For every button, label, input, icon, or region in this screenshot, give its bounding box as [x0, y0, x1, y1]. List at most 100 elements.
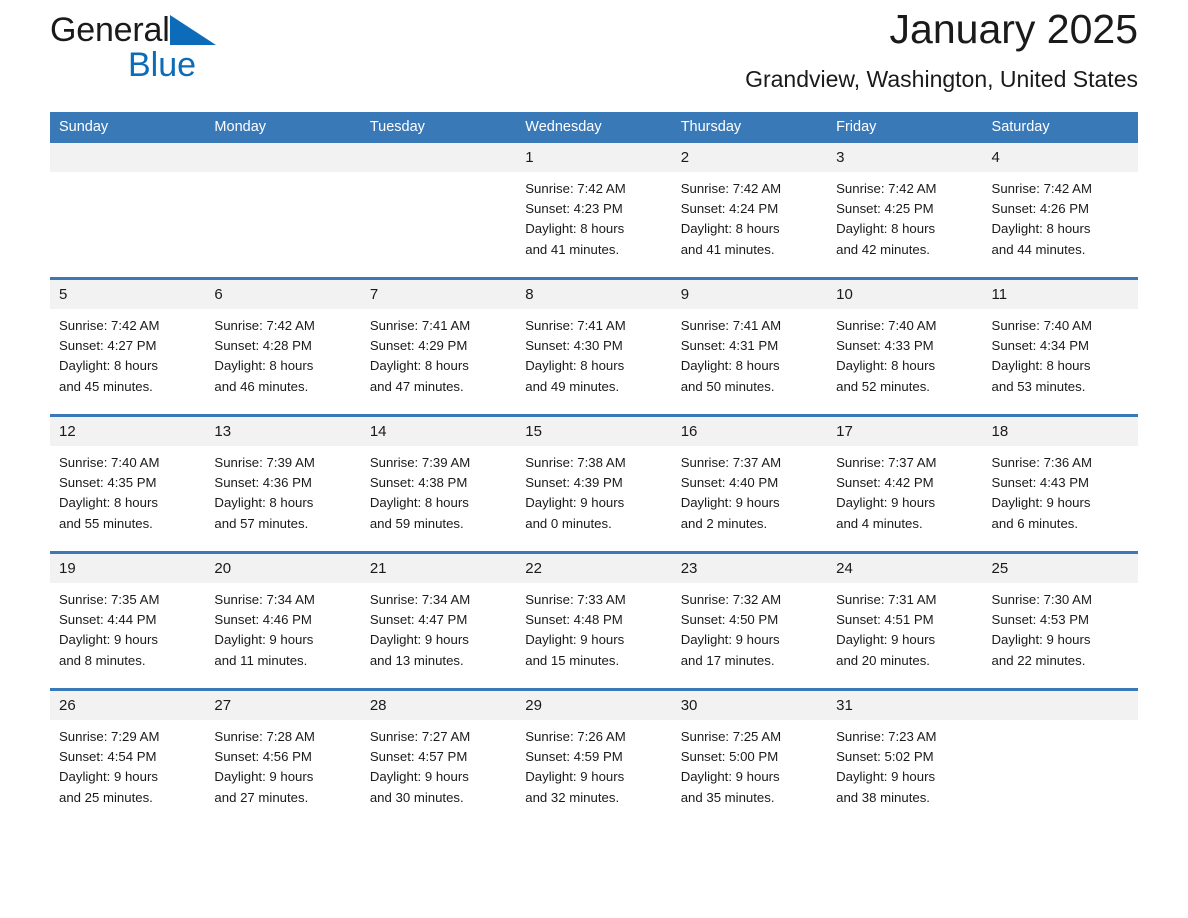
- daylight-text-line1: Daylight: 8 hours: [369, 358, 469, 374]
- sunset-text: Sunset: 4:33 PM: [836, 338, 934, 354]
- day-details: Sunrise: 7:34 AM Sunset: 4:46 PM Daylight:…: [205, 583, 360, 688]
- day-details: Sunrise: 7:42 AM Sunset: 4:23 PM Daylight:…: [516, 172, 671, 277]
- daylight-text-line2: and 35 minutes.: [680, 789, 775, 805]
- weekday-header-friday: Friday: [827, 112, 983, 143]
- sunrise-text: Sunrise: 7:34 AM: [369, 592, 471, 607]
- title-block: January 2025 Grandview, Washington, Unit…: [310, 0, 1138, 94]
- sunset-text: Sunset: 4:54 PM: [59, 749, 157, 765]
- weekday-header-wednesday: Wednesday: [516, 112, 672, 143]
- day-details: Sunrise: 7:27 AM Sunset: 4:57 PM Daylight:…: [361, 720, 516, 825]
- daylight-text-line1: Daylight: 9 hours: [991, 495, 1091, 511]
- day-number: [360, 143, 517, 172]
- calendar-page: General Blue January 2025 Grandview, Was…: [0, 0, 1188, 918]
- sunset-text: Sunset: 4:24 PM: [680, 201, 779, 217]
- day-details: Sunrise: 7:40 AM Sunset: 4:35 PM Daylight:…: [50, 446, 205, 551]
- sunset-text: Sunset: 4:51 PM: [836, 612, 934, 628]
- calendar-week-row: 5 Sunrise: 7:42 AM Sunset: 4:27 PM Daylight…: [50, 277, 1138, 416]
- sunset-text: Sunset: 4:38 PM: [369, 475, 468, 491]
- calendar-day-cell[interactable]: 12 Sunrise: 7:40 AM Sunset: 4:35 PM Dayligh…: [50, 414, 206, 553]
- calendar-day-cell[interactable]: 31 Sunrise: 7:23 AM Sunset: 5:02 PM Dayligh…: [827, 688, 983, 825]
- day-details: Sunrise: 7:30 AM Sunset: 4:53 PM Daylight:…: [983, 583, 1138, 688]
- sunset-text: Sunset: 4:31 PM: [680, 338, 779, 354]
- day-details: Sunrise: 7:37 AM Sunset: 4:42 PM Daylight:…: [827, 446, 982, 551]
- daylight-text-line2: and 53 minutes.: [991, 378, 1086, 394]
- sunset-text: Sunset: 4:44 PM: [59, 612, 157, 628]
- calendar-day-cell[interactable]: 25 Sunrise: 7:30 AM Sunset: 4:53 PM Dayligh…: [982, 551, 1138, 690]
- day-number: 16: [671, 417, 828, 446]
- day-number: 25: [982, 554, 1138, 583]
- calendar-day-cell[interactable]: 10 Sunrise: 7:40 AM Sunset: 4:33 PM Dayligh…: [827, 277, 983, 416]
- calendar-day-cell[interactable]: 1 Sunrise: 7:42 AM Sunset: 4:23 PM Daylight…: [516, 143, 672, 279]
- calendar-day-cell[interactable]: 28 Sunrise: 7:27 AM Sunset: 4:57 PM Dayligh…: [360, 688, 517, 825]
- sunset-text: Sunset: 5:00 PM: [680, 749, 779, 765]
- day-number: 17: [827, 417, 983, 446]
- sunset-text: Sunset: 4:56 PM: [214, 749, 312, 765]
- calendar-day-cell[interactable]: 22 Sunrise: 7:33 AM Sunset: 4:48 PM Dayligh…: [516, 551, 672, 690]
- logo-text-general: General: [50, 12, 216, 52]
- daylight-text-line1: Daylight: 9 hours: [680, 495, 780, 511]
- calendar-day-cell[interactable]: 16 Sunrise: 7:37 AM Sunset: 4:40 PM Dayligh…: [671, 414, 828, 553]
- calendar-day-cell[interactable]: 30 Sunrise: 7:25 AM Sunset: 5:00 PM Dayligh…: [671, 688, 828, 825]
- calendar-day-cell[interactable]: 2 Sunrise: 7:42 AM Sunset: 4:24 PM Daylight…: [671, 143, 828, 279]
- sunset-text: Sunset: 4:34 PM: [991, 338, 1090, 354]
- daylight-text-line2: and 41 minutes.: [525, 241, 620, 257]
- day-number: 22: [516, 554, 672, 583]
- day-details: Sunrise: 7:39 AM Sunset: 4:38 PM Daylight:…: [361, 446, 516, 551]
- daylight-text-line1: Daylight: 9 hours: [991, 632, 1091, 648]
- day-details: Sunrise: 7:32 AM Sunset: 4:50 PM Daylight:…: [672, 583, 827, 688]
- calendar-day-cell[interactable]: 11 Sunrise: 7:40 AM Sunset: 4:34 PM Dayligh…: [982, 277, 1138, 416]
- calendar-day-cell[interactable]: 3 Sunrise: 7:42 AM Sunset: 4:25 PM Daylight…: [827, 143, 983, 279]
- daylight-text-line2: and 42 minutes.: [836, 241, 930, 257]
- sunrise-text: Sunrise: 7:38 AM: [525, 455, 626, 470]
- day-number: 13: [205, 417, 361, 446]
- calendar-day-cell[interactable]: 17 Sunrise: 7:37 AM Sunset: 4:42 PM Dayligh…: [827, 414, 983, 553]
- daylight-text-line1: Daylight: 9 hours: [836, 632, 936, 648]
- daylight-text-line2: and 59 minutes.: [369, 515, 464, 531]
- daylight-text-line1: Daylight: 8 hours: [991, 358, 1091, 374]
- calendar-day-cell[interactable]: 14 Sunrise: 7:39 AM Sunset: 4:38 PM Dayligh…: [360, 414, 517, 553]
- calendar-day-cell[interactable]: 29 Sunrise: 7:26 AM Sunset: 4:59 PM Dayligh…: [516, 688, 672, 825]
- calendar-day-cell[interactable]: 27 Sunrise: 7:28 AM Sunset: 4:56 PM Dayligh…: [205, 688, 361, 825]
- calendar-day-cell[interactable]: 8 Sunrise: 7:41 AM Sunset: 4:30 PM Daylight…: [516, 277, 672, 416]
- sunset-text: Sunset: 4:30 PM: [525, 338, 623, 354]
- calendar-cell-empty: [360, 143, 517, 279]
- calendar-day-cell[interactable]: 23 Sunrise: 7:32 AM Sunset: 4:50 PM Dayligh…: [671, 551, 828, 690]
- calendar-day-cell[interactable]: 20 Sunrise: 7:34 AM Sunset: 4:46 PM Dayligh…: [205, 551, 361, 690]
- calendar-day-cell[interactable]: 21 Sunrise: 7:34 AM Sunset: 4:47 PM Dayligh…: [360, 551, 517, 690]
- calendar-day-cell[interactable]: 5 Sunrise: 7:42 AM Sunset: 4:27 PM Daylight…: [50, 277, 206, 416]
- day-details: Sunrise: 7:42 AM Sunset: 4:28 PM Daylight:…: [205, 309, 360, 414]
- sunrise-text: Sunrise: 7:28 AM: [214, 729, 315, 744]
- daylight-text-line1: Daylight: 8 hours: [525, 358, 625, 374]
- day-details: Sunrise: 7:34 AM Sunset: 4:47 PM Daylight:…: [361, 583, 516, 688]
- calendar-day-cell[interactable]: 7 Sunrise: 7:41 AM Sunset: 4:29 PM Daylight…: [360, 277, 517, 416]
- weekday-header-row: Sunday Monday Tuesday Wednesday Thursday…: [50, 112, 1138, 143]
- calendar-cell-empty: [982, 688, 1138, 825]
- daylight-text-line1: Daylight: 9 hours: [525, 769, 625, 785]
- calendar-day-cell[interactable]: 4 Sunrise: 7:42 AM Sunset: 4:26 PM Daylight…: [982, 143, 1138, 279]
- calendar-week-row: 19 Sunrise: 7:35 AM Sunset: 4:44 PM Dayligh…: [50, 551, 1138, 690]
- calendar-day-cell[interactable]: 18 Sunrise: 7:36 AM Sunset: 4:43 PM Dayligh…: [982, 414, 1138, 553]
- calendar-day-cell[interactable]: 19 Sunrise: 7:35 AM Sunset: 4:44 PM Dayligh…: [50, 551, 206, 690]
- generalblue-logo[interactable]: General Blue: [50, 0, 310, 82]
- calendar-day-cell[interactable]: 24 Sunrise: 7:31 AM Sunset: 4:51 PM Dayligh…: [827, 551, 983, 690]
- calendar-day-cell[interactable]: 6 Sunrise: 7:42 AM Sunset: 4:28 PM Daylight…: [205, 277, 361, 416]
- daylight-text-line2: and 6 minutes.: [991, 515, 1079, 531]
- calendar-day-cell[interactable]: 13 Sunrise: 7:39 AM Sunset: 4:36 PM Dayligh…: [205, 414, 361, 553]
- calendar-day-cell[interactable]: 15 Sunrise: 7:38 AM Sunset: 4:39 PM Dayligh…: [516, 414, 672, 553]
- day-number: 20: [205, 554, 361, 583]
- sunrise-text: Sunrise: 7:41 AM: [680, 318, 782, 333]
- daylight-text-line2: and 44 minutes.: [991, 241, 1086, 257]
- daylight-text-line1: Daylight: 9 hours: [525, 495, 625, 511]
- daylight-text-line1: Daylight: 8 hours: [59, 495, 158, 511]
- sunrise-text: Sunrise: 7:40 AM: [991, 318, 1092, 333]
- day-number: 2: [671, 143, 828, 172]
- daylight-text-line2: and 30 minutes.: [369, 789, 464, 805]
- daylight-text-line1: Daylight: 9 hours: [836, 769, 936, 785]
- calendar-day-cell[interactable]: 26 Sunrise: 7:29 AM Sunset: 4:54 PM Dayligh…: [50, 688, 206, 825]
- day-details: Sunrise: 7:26 AM Sunset: 4:59 PM Daylight:…: [516, 720, 671, 825]
- calendar-day-cell[interactable]: 9 Sunrise: 7:41 AM Sunset: 4:31 PM Daylight…: [671, 277, 828, 416]
- daylight-text-line2: and 57 minutes.: [214, 515, 309, 531]
- daylight-text-line1: Daylight: 9 hours: [369, 769, 469, 785]
- day-number: 29: [516, 691, 672, 720]
- day-details: [50, 172, 205, 277]
